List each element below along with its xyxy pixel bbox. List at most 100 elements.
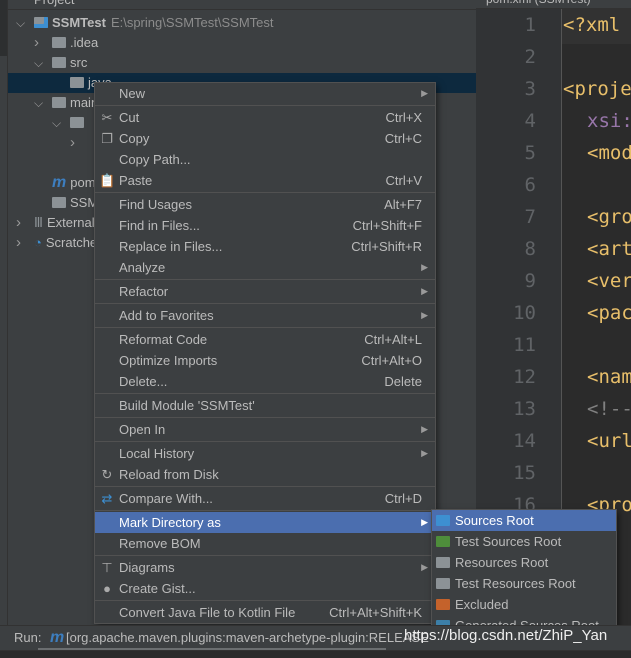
code-line: <art xyxy=(587,238,631,260)
shortcut: Ctrl+Shift+F xyxy=(352,218,422,233)
menu-item-diagrams[interactable]: ⊤ Diagrams ▶ xyxy=(95,557,435,578)
line-number: 8 xyxy=(524,238,536,260)
menu-item-local-history[interactable]: Local History ▶ xyxy=(95,443,435,464)
folder-icon xyxy=(436,536,450,547)
submenu-item-excluded[interactable]: Excluded xyxy=(432,594,616,615)
menu-item-find-in-files[interactable]: Find in Files... Ctrl+Shift+F xyxy=(95,215,435,236)
folder-icon xyxy=(52,97,66,108)
menu-item-analyze[interactable]: Analyze ▶ xyxy=(95,257,435,278)
shortcut: Ctrl+Alt+O xyxy=(361,353,422,368)
submenu-arrow-icon: ▶ xyxy=(421,88,428,98)
tree-item[interactable]: › .idea xyxy=(8,33,476,53)
menu-item-label: Copy Path... xyxy=(119,152,191,167)
menu-item-label: Compare With... xyxy=(119,491,213,506)
menu-item-label: Find in Files... xyxy=(119,218,200,233)
menu-item-label: Optimize Imports xyxy=(119,353,218,368)
menu-item-copy-path[interactable]: Copy Path... xyxy=(95,149,435,170)
folder-icon xyxy=(436,578,450,589)
project-tool-tab[interactable] xyxy=(0,0,7,56)
menu-item-compare-with[interactable]: ⇄ Compare With... Ctrl+D xyxy=(95,488,435,509)
menu-item-label: Reload from Disk xyxy=(119,467,219,482)
context-menu: New ▶ ✂ Cut Ctrl+X ❐ Copy Ctrl+C Copy Path... 📋 Pa… xyxy=(94,82,436,624)
menu-item-create-gist[interactable]: ● Create Gist... xyxy=(95,578,435,599)
mark-directory-submenu: Sources Root Test Sources Root Resources R… xyxy=(431,509,617,637)
chevron-right-icon[interactable]: › xyxy=(16,213,21,233)
shortcut: Ctrl+X xyxy=(385,110,422,125)
editor-tab-pom[interactable]: pom.xml (SSMTest) xyxy=(476,0,631,9)
chevron-down-icon[interactable]: ⌵ xyxy=(52,113,61,133)
chevron-down-icon[interactable]: ⌵ xyxy=(16,13,25,33)
chevron-right-icon[interactable]: › xyxy=(34,33,39,53)
menu-item-replace-in-files[interactable]: Replace in Files... Ctrl+Shift+R xyxy=(95,236,435,257)
menu-item-label: Reformat Code xyxy=(119,332,208,347)
line-number: 13 xyxy=(513,398,536,420)
submenu-item-resources-root[interactable]: Resources Root xyxy=(432,552,616,573)
menu-item-label: Add to Favorites xyxy=(119,308,214,323)
run-config-tab[interactable]: [org.apache.maven.plugins:maven-archetyp… xyxy=(66,626,429,650)
line-number: 6 xyxy=(524,174,536,196)
folder-icon xyxy=(70,77,84,88)
libraries-icon: Ⅲ xyxy=(34,215,43,230)
console-area xyxy=(0,650,631,658)
tree-item[interactable]: ⌵ SSMTest E:\spring\SSMTest\SSMTest xyxy=(8,13,476,33)
menu-item-label: Diagrams xyxy=(119,560,175,575)
submenu-item-label: Sources Root xyxy=(455,513,534,528)
menu-item-remove-bom[interactable]: Remove BOM xyxy=(95,533,435,554)
submenu-arrow-icon: ▶ xyxy=(421,310,428,320)
scratches-icon: ◔ xyxy=(34,235,42,250)
run-label: Run: xyxy=(14,630,42,645)
chevron-right-icon[interactable]: › xyxy=(16,233,21,253)
maven-icon: m xyxy=(52,174,67,191)
submenu-arrow-icon: ▶ xyxy=(421,562,428,572)
line-number: 4 xyxy=(524,110,536,132)
menu-item-label: Paste xyxy=(119,173,153,188)
diagram-icon: ⊤ xyxy=(101,560,113,575)
reload-icon: ↻ xyxy=(101,467,113,482)
menu-item-build-module-ssmtest[interactable]: Build Module 'SSMTest' xyxy=(95,395,435,416)
code-line: <nam xyxy=(587,366,631,388)
line-number: 9 xyxy=(524,270,536,292)
shortcut: Ctrl+D xyxy=(384,491,422,506)
submenu-item-label: Test Resources Root xyxy=(455,576,576,591)
line-number: 11 xyxy=(513,334,536,356)
chevron-right-icon[interactable]: › xyxy=(70,133,75,153)
line-number: 15 xyxy=(513,462,536,484)
submenu-arrow-icon: ▶ xyxy=(421,448,428,458)
menu-item-refactor[interactable]: Refactor ▶ xyxy=(95,281,435,302)
folder-icon xyxy=(436,557,450,568)
submenu-item-label: Resources Root xyxy=(455,555,549,570)
compare-icon: ⇄ xyxy=(101,491,113,506)
submenu-item-test-resources-root[interactable]: Test Resources Root xyxy=(432,573,616,594)
menu-item-find-usages[interactable]: Find Usages Alt+F7 xyxy=(95,194,435,215)
shortcut: Delete xyxy=(384,374,422,389)
menu-item-reformat-code[interactable]: Reformat Code Ctrl+Alt+L xyxy=(95,329,435,350)
menu-item-label: Local History xyxy=(119,446,195,461)
chevron-down-icon[interactable]: ⌵ xyxy=(34,93,43,113)
line-number: 14 xyxy=(513,430,536,452)
menu-item-label: Replace in Files... xyxy=(119,239,223,254)
menu-item-optimize-imports[interactable]: Optimize Imports Ctrl+Alt+O xyxy=(95,350,435,371)
chevron-down-icon[interactable]: ⌵ xyxy=(34,53,43,73)
menu-item-label: Delete... xyxy=(119,374,168,389)
code-line: xsi: xyxy=(587,110,631,132)
menu-item-open-in[interactable]: Open In ▶ xyxy=(95,419,435,440)
code-line: <ver xyxy=(587,270,631,292)
submenu-item-sources-root[interactable]: Sources Root xyxy=(432,510,616,531)
menu-item-cut[interactable]: ✂ Cut Ctrl+X xyxy=(95,107,435,128)
tree-item[interactable]: ⌵ src xyxy=(8,53,476,73)
menu-item-label: Remove BOM xyxy=(119,536,201,551)
menu-item-reload-from-disk[interactable]: ↻ Reload from Disk xyxy=(95,464,435,485)
menu-item-paste[interactable]: 📋 Paste Ctrl+V xyxy=(95,170,435,191)
folder-icon xyxy=(52,57,66,68)
menu-item-convert-java-file-to-kotlin-file[interactable]: Convert Java File to Kotlin File Ctrl+Alt… xyxy=(95,602,435,623)
menu-item-copy[interactable]: ❐ Copy Ctrl+C xyxy=(95,128,435,149)
copy-icon: ❐ xyxy=(101,131,113,146)
submenu-item-test-sources-root[interactable]: Test Sources Root xyxy=(432,531,616,552)
submenu-arrow-icon: ▶ xyxy=(421,517,428,527)
menu-item-new[interactable]: New ▶ xyxy=(95,83,435,104)
menu-item-mark-directory-as[interactable]: Mark Directory as ▶ xyxy=(95,512,435,533)
paste-icon: 📋 xyxy=(99,173,116,188)
menu-item-delete[interactable]: Delete... Delete xyxy=(95,371,435,392)
menu-item-add-to-favorites[interactable]: Add to Favorites ▶ xyxy=(95,305,435,326)
line-number: 10 xyxy=(513,302,536,324)
